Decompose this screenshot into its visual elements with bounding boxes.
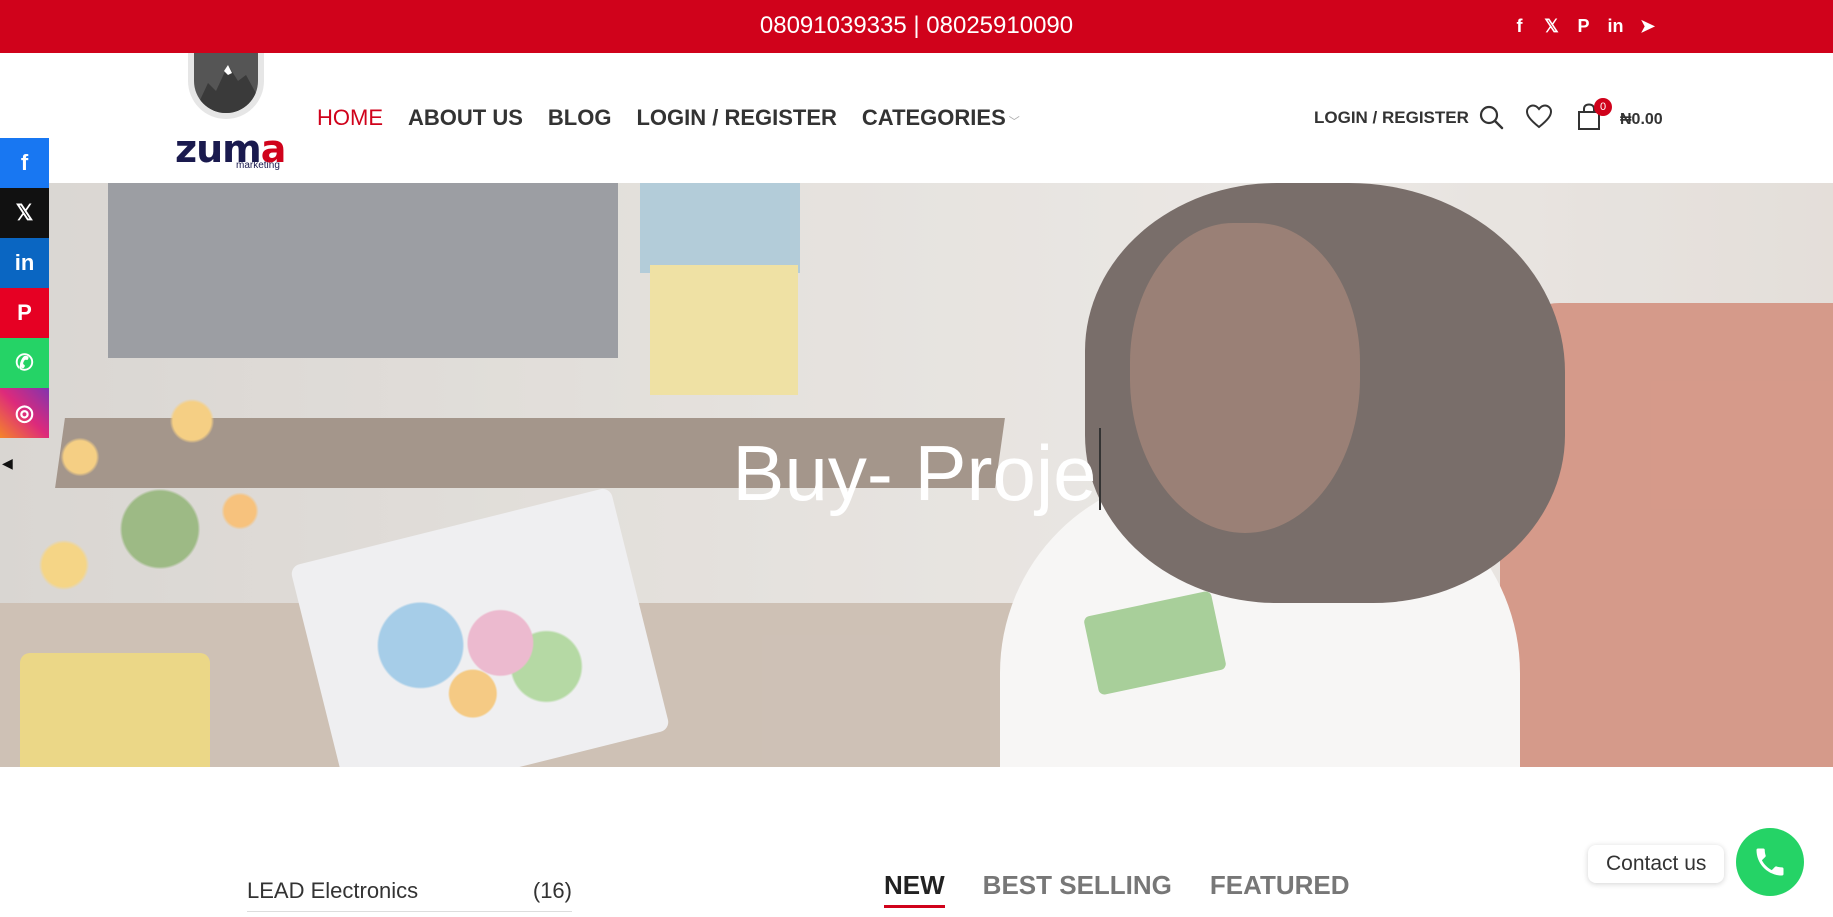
top-bar: 08091039335 | 08025910090 f 𝕏 P in ➤ (0, 0, 1833, 53)
tab-featured[interactable]: FEATURED (1210, 870, 1350, 908)
cart-total[interactable]: ₦0.00 (1620, 111, 1663, 129)
tab-best-selling[interactable]: BEST SELLING (983, 870, 1172, 908)
hide-sharebar-icon[interactable]: ◀ (2, 455, 13, 472)
nav-item-login-register[interactable]: LOGIN / REGISTER (636, 105, 836, 131)
search-icon[interactable] (1478, 104, 1504, 130)
pinterest-icon[interactable]: P (1574, 14, 1593, 38)
x-icon[interactable]: 𝕏 (1542, 14, 1561, 38)
hero-title: Buy- Proje (0, 428, 1833, 519)
phone-icon (1756, 848, 1784, 876)
nav-item-categories-label: CATEGORIES (861, 105, 1006, 130)
contact-us-label[interactable]: Contact us (1588, 845, 1725, 883)
linkedin-icon[interactable]: in (1606, 14, 1625, 38)
wishlist-icon[interactable] (1525, 104, 1553, 130)
x-icon[interactable]: 𝕏 (0, 188, 49, 238)
logo-mountain-icon (188, 53, 264, 119)
main-nav: HOME ABOUT US BLOG LOGIN / REGISTER CATE… (317, 105, 1045, 131)
header-login-register[interactable]: LOGIN / REGISTER (1314, 108, 1469, 128)
nav-item-blog[interactable]: BLOG (548, 105, 612, 131)
category-list-item[interactable]: LEAD Electronics (16) (247, 874, 572, 912)
product-tabs: NEW BEST SELLING FEATURED (884, 870, 1350, 908)
chevron-down-icon: ﹀ (1008, 116, 1020, 128)
category-count: (16) (532, 878, 572, 903)
logo[interactable]: zuma marketing (172, 53, 292, 173)
site-header: zuma marketing HOME ABOUT US BLOG LOGIN … (0, 53, 1833, 183)
nav-item-home[interactable]: HOME (317, 105, 383, 131)
phone-call-button[interactable] (1736, 828, 1804, 896)
nav-item-about-us[interactable]: ABOUT US (408, 105, 523, 131)
tab-new[interactable]: NEW (884, 870, 945, 908)
facebook-icon[interactable]: f (1510, 14, 1529, 38)
typing-caret (1098, 428, 1101, 510)
category-name: LEAD Electronics (247, 878, 419, 903)
facebook-icon[interactable]: f (0, 138, 49, 188)
logo-subtitle: marketing (236, 160, 280, 171)
telegram-icon[interactable]: ➤ (1638, 14, 1657, 38)
whatsapp-icon[interactable]: ✆ (0, 338, 49, 388)
pinterest-icon[interactable]: P (0, 288, 49, 338)
cart-count-badge: 0 (1594, 98, 1612, 116)
linkedin-icon[interactable]: in (0, 238, 49, 288)
top-social-links: f 𝕏 P in ➤ (1510, 14, 1657, 38)
nav-item-categories[interactable]: CATEGORIES ﹀ (862, 105, 1020, 131)
instagram-icon[interactable]: ◎ (0, 388, 49, 438)
hero-banner: Buy- Proje (0, 183, 1833, 767)
social-share-bar: f 𝕏 in P ✆ ◎ (0, 138, 49, 438)
